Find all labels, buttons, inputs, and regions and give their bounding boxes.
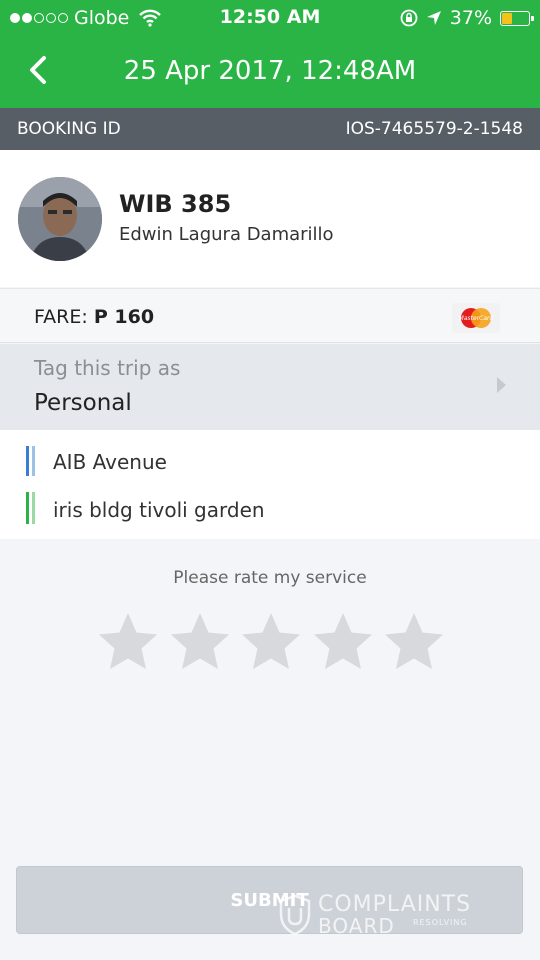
watermark-logo: COMPLAINTS BOARD RESOLVING bbox=[278, 892, 508, 940]
page-title: 25 Apr 2017, 12:48AM bbox=[123, 56, 417, 86]
vehicle-plate: WIB 385 bbox=[119, 190, 232, 218]
tag-trip-selector[interactable]: Tag this trip as Personal bbox=[0, 344, 540, 430]
pickup-address: AIB Avenue bbox=[53, 450, 167, 474]
tag-trip-label: Tag this trip as bbox=[34, 356, 181, 380]
rating-prompt: Please rate my service bbox=[173, 568, 367, 588]
star-4-icon[interactable] bbox=[311, 610, 375, 674]
battery-fill bbox=[502, 12, 512, 24]
star-2-icon[interactable] bbox=[168, 610, 232, 674]
booking-id-bar: BOOKING ID IOS-7465579-2-1548 bbox=[0, 108, 540, 150]
watermark-line2: BOARD bbox=[318, 914, 395, 938]
fare-text: FARE: P 160 bbox=[34, 306, 154, 328]
booking-id-label: BOOKING ID bbox=[17, 119, 121, 139]
fare-row: FARE: P 160 MasterCard bbox=[0, 288, 540, 343]
nav-bar: 25 Apr 2017, 12:48AM bbox=[0, 36, 540, 108]
watermark-line3: RESOLVING bbox=[413, 918, 468, 927]
mastercard-icon: MasterCard bbox=[452, 303, 500, 333]
tag-trip-value: Personal bbox=[34, 390, 132, 416]
driver-avatar bbox=[18, 177, 102, 261]
fare-label: FARE: bbox=[34, 306, 88, 328]
star-1-icon[interactable] bbox=[96, 610, 160, 674]
card-brand-text: MasterCard bbox=[459, 315, 494, 322]
dropoff-address: iris bldg tivoli garden bbox=[53, 498, 265, 522]
star-rating bbox=[96, 610, 446, 674]
battery-icon bbox=[500, 10, 534, 26]
pickup-line-icon bbox=[26, 446, 29, 476]
driver-card: WIB 385 Edwin Lagura Damarillo bbox=[0, 150, 540, 287]
status-right: 37% bbox=[400, 7, 534, 29]
location-arrow-icon bbox=[426, 11, 441, 25]
battery-percent: 37% bbox=[449, 7, 492, 29]
route-card: AIB Avenue iris bldg tivoli garden bbox=[0, 430, 540, 539]
driver-name: Edwin Lagura Damarillo bbox=[119, 224, 334, 245]
shield-icon bbox=[279, 894, 311, 936]
status-bar: Globe 12:50 AM 37% bbox=[0, 0, 540, 36]
chevron-right-icon bbox=[497, 377, 506, 393]
star-5-icon[interactable] bbox=[382, 610, 446, 674]
dropoff-line-icon bbox=[26, 492, 29, 524]
rotation-lock-icon bbox=[400, 9, 418, 27]
driver-photo bbox=[18, 177, 102, 261]
booking-id-value: IOS-7465579-2-1548 bbox=[345, 119, 523, 139]
star-3-icon[interactable] bbox=[239, 610, 303, 674]
fare-amount: P 160 bbox=[93, 306, 155, 328]
